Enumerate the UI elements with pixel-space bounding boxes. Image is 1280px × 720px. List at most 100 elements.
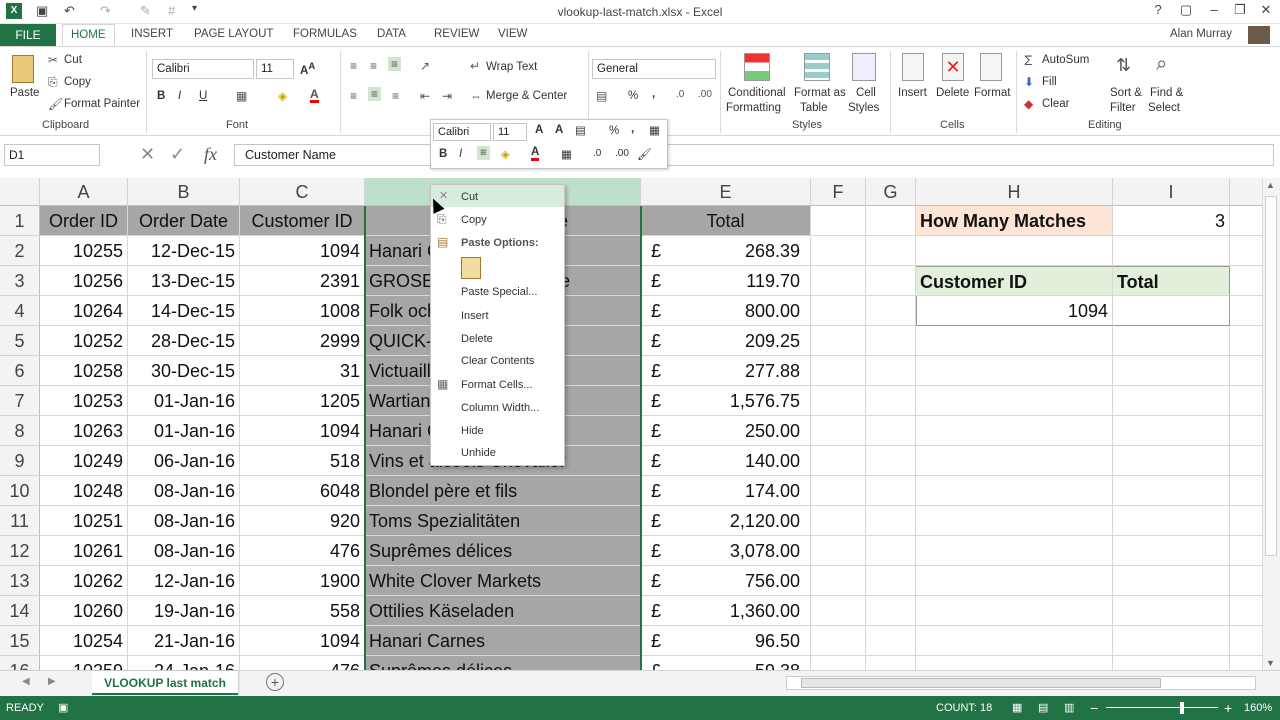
paste-icon[interactable] <box>12 55 34 83</box>
font-color-icon[interactable]: A <box>310 88 319 103</box>
empty-cell[interactable] <box>1230 386 1262 416</box>
total-value[interactable] <box>1113 296 1230 326</box>
column-header-i[interactable]: I <box>1113 178 1230 206</box>
cell-c14[interactable]: 558 <box>240 596 365 626</box>
menu-item-cut[interactable]: Cut <box>461 191 478 203</box>
scroll-up-icon[interactable]: ▲ <box>1266 180 1275 190</box>
cell-c8[interactable]: 1094 <box>240 416 365 446</box>
cell-c9[interactable]: 518 <box>240 446 365 476</box>
cell-b10[interactable]: 08-Jan-16 <box>128 476 240 506</box>
horizontal-scrollbar[interactable] <box>786 676 1256 690</box>
wrap-text-button[interactable]: Wrap Text <box>486 61 537 73</box>
paste-clipboard-icon[interactable] <box>461 257 481 279</box>
grow-font-icon[interactable]: AA <box>300 61 315 77</box>
clear-button[interactable]: Clear <box>1042 98 1069 110</box>
help-button[interactable]: ? <box>1148 2 1168 17</box>
empty-cell[interactable] <box>1113 596 1230 626</box>
empty-cell[interactable] <box>1113 446 1230 476</box>
empty-cell[interactable] <box>866 266 916 296</box>
row-header-13[interactable]: 13 <box>0 566 40 596</box>
find-select-label-2[interactable]: Select <box>1148 102 1180 114</box>
cell-c12[interactable]: 476 <box>240 536 365 566</box>
empty-cell[interactable] <box>1230 296 1262 326</box>
empty-cell[interactable] <box>1230 266 1262 296</box>
currency-icon[interactable]: ▤ <box>596 89 607 103</box>
empty-cell[interactable] <box>1113 506 1230 536</box>
menu-item-format-cells[interactable]: Format Cells... <box>461 379 533 391</box>
empty-cell[interactable] <box>811 596 866 626</box>
total-label[interactable]: Total <box>1113 266 1230 296</box>
row-header-14[interactable]: 14 <box>0 596 40 626</box>
cell-a15[interactable]: 10254 <box>40 626 128 656</box>
mini-increase-decimal-icon[interactable]: .0 <box>593 148 601 159</box>
empty-cell[interactable] <box>866 656 916 670</box>
header-cell-a[interactable]: Order ID <box>40 206 128 236</box>
tab-insert[interactable]: INSERT <box>131 28 173 40</box>
cell-a8[interactable]: 10263 <box>40 416 128 446</box>
align-left-icon[interactable]: ≡ <box>350 89 357 103</box>
cell-a16[interactable]: 10259 <box>40 656 128 670</box>
new-sheet-button[interactable]: + <box>266 673 284 691</box>
empty-cell[interactable] <box>916 326 1113 356</box>
empty-cell[interactable] <box>1113 656 1230 670</box>
empty-cell[interactable] <box>1230 536 1262 566</box>
cell-a12[interactable]: 10261 <box>40 536 128 566</box>
empty-cell[interactable] <box>1113 626 1230 656</box>
merge-center-button[interactable]: Merge & Center <box>486 90 567 102</box>
empty-cell[interactable] <box>1113 416 1230 446</box>
bottom-align-icon[interactable]: ≡ <box>388 57 402 71</box>
format-painter-button[interactable]: Format Painter <box>64 98 140 110</box>
cell-a6[interactable]: 10258 <box>40 356 128 386</box>
cell-b12[interactable]: 08-Jan-16 <box>128 536 240 566</box>
user-name[interactable]: Alan Murray <box>1170 28 1232 40</box>
cell-b8[interactable]: 01-Jan-16 <box>128 416 240 446</box>
insert-function-button[interactable]: fx <box>204 144 217 165</box>
empty-cell[interactable] <box>811 506 866 536</box>
empty-cell[interactable] <box>1230 476 1262 506</box>
mini-format-painter-icon[interactable]: 🖌 <box>637 147 652 161</box>
empty-cell[interactable] <box>1230 356 1262 386</box>
cell-e8[interactable]: £250.00 <box>641 416 811 446</box>
cut-button[interactable]: Cut <box>64 54 82 66</box>
mini-fill-color-icon[interactable]: ◈ <box>501 147 510 161</box>
vertical-scrollbar[interactable]: ▲ ▼ <box>1262 178 1280 670</box>
empty-cell[interactable] <box>811 236 866 266</box>
empty-cell[interactable] <box>1230 326 1262 356</box>
empty-cell[interactable] <box>866 506 916 536</box>
cancel-icon[interactable]: ✕ <box>140 144 155 165</box>
empty-cell[interactable] <box>866 416 916 446</box>
column-header-a[interactable]: A <box>40 178 128 206</box>
cell-a13[interactable]: 10262 <box>40 566 128 596</box>
empty-cell[interactable] <box>1230 596 1262 626</box>
conditional-formatting-label-2[interactable]: Formatting <box>726 102 781 114</box>
empty-cell[interactable] <box>916 506 1113 536</box>
row-header-2[interactable]: 2 <box>0 236 40 266</box>
empty-cell[interactable] <box>811 626 866 656</box>
cell-b4[interactable]: 14-Dec-15 <box>128 296 240 326</box>
tab-formulas[interactable]: FORMULAS <box>293 28 357 40</box>
align-center-icon[interactable]: ≡ <box>368 87 382 101</box>
tab-review[interactable]: REVIEW <box>434 28 479 40</box>
empty-cell[interactable] <box>866 356 916 386</box>
cell-b16[interactable]: 24-Jan-16 <box>128 656 240 670</box>
conditional-formatting-label-1[interactable]: Conditional <box>728 87 786 99</box>
empty-cell[interactable] <box>916 566 1113 596</box>
empty-cell[interactable] <box>866 566 916 596</box>
row-header-4[interactable]: 4 <box>0 296 40 326</box>
empty-cell[interactable] <box>1230 446 1262 476</box>
cell-styles-label-2[interactable]: Styles <box>848 102 879 114</box>
cell-e5[interactable]: £209.25 <box>641 326 811 356</box>
empty-cell[interactable] <box>916 446 1113 476</box>
row-header-12[interactable]: 12 <box>0 536 40 566</box>
ribbon-options-icon[interactable]: ▢ <box>1176 2 1196 18</box>
normal-view-icon[interactable]: ▦ <box>1012 696 1022 720</box>
format-as-table-label-1[interactable]: Format as <box>794 87 846 99</box>
bold-button[interactable]: B <box>157 90 165 102</box>
empty-cell[interactable] <box>1113 566 1230 596</box>
empty-cell[interactable] <box>811 326 866 356</box>
empty-cell[interactable] <box>811 386 866 416</box>
sort-filter-label-2[interactable]: Filter <box>1110 102 1136 114</box>
empty-cell[interactable] <box>916 416 1113 446</box>
empty-cell[interactable] <box>1230 206 1262 236</box>
cell-b6[interactable]: 30-Dec-15 <box>128 356 240 386</box>
